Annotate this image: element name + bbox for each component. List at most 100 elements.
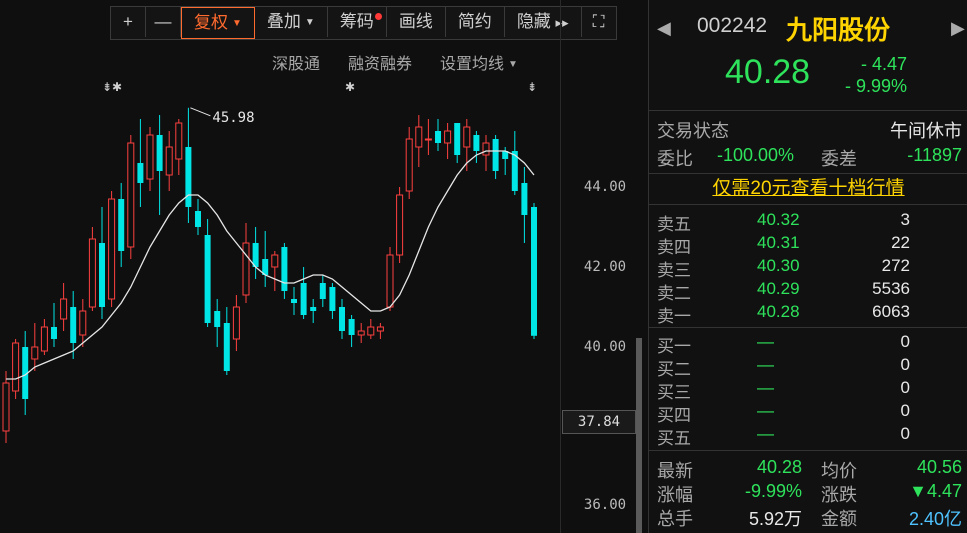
candle-body[interactable] — [454, 123, 461, 155]
candle-body[interactable] — [242, 242, 250, 296]
level-price: 40.31 — [757, 233, 800, 252]
candle-body[interactable] — [2, 382, 10, 432]
fuquan-dropdown[interactable]: 复权 ▼ — [181, 7, 255, 39]
candle-body[interactable] — [137, 163, 144, 183]
candle-body[interactable] — [156, 135, 163, 171]
candle-body[interactable] — [12, 342, 20, 392]
candle-body[interactable] — [435, 131, 441, 143]
candle-body[interactable] — [492, 139, 499, 171]
bid-row[interactable]: 买一 —0 — [649, 331, 967, 356]
candle-body[interactable] — [223, 323, 230, 371]
ask-row[interactable]: 卖五 40.32 3 — [649, 209, 967, 234]
stats-row: 最新 40.28 均价 40.56 — [649, 455, 967, 481]
event-mark[interactable]: ✱ — [345, 80, 355, 94]
bid-row[interactable]: 买二 —0 — [649, 354, 967, 379]
candle-body[interactable] — [367, 326, 375, 336]
trade-status-value: 午间休市 — [890, 121, 962, 141]
prev-stock-icon[interactable]: ◀ — [657, 18, 671, 39]
candle-body[interactable] — [127, 142, 135, 248]
margin-link[interactable]: 融资融券 — [348, 50, 412, 74]
candle-body[interactable] — [482, 142, 490, 156]
volume-value: 5.92万 — [749, 509, 803, 529]
candle-body[interactable] — [405, 138, 413, 192]
bid-row[interactable]: 买三 —0 — [649, 377, 967, 402]
candle-body[interactable] — [271, 254, 279, 268]
bid-row[interactable]: 买五 — 0 — [649, 423, 967, 448]
chips-button[interactable]: 筹码 — [328, 7, 387, 37]
stock-name: 九阳股份 — [786, 15, 891, 45]
simple-mode-button[interactable]: 简约 — [446, 7, 505, 37]
candle-body[interactable] — [51, 327, 57, 339]
candle-body[interactable] — [79, 310, 87, 336]
candle-body[interactable] — [463, 126, 471, 148]
candle-body[interactable] — [118, 199, 125, 251]
candle-body[interactable] — [195, 211, 201, 227]
high-marker-label: 45.98 — [212, 110, 254, 126]
level-price: 40.32 — [757, 210, 800, 229]
price-tag: 37.84 — [562, 410, 636, 434]
ask-row[interactable]: 卖一 40.28 6063 — [649, 301, 967, 326]
candle-body[interactable] — [88, 238, 96, 308]
candle-body[interactable] — [70, 307, 77, 343]
candle-body[interactable] — [214, 311, 221, 327]
candle-body[interactable] — [415, 126, 423, 148]
draw-line-button[interactable]: 画线 — [387, 7, 446, 37]
ask-row[interactable]: 卖四 40.31 22 — [649, 232, 967, 257]
overlay-dropdown[interactable]: 叠加 ▼ — [255, 7, 328, 37]
y-tick-label: 44.00 — [583, 179, 627, 195]
chart-toolbar: + — 复权 ▼ 叠加 ▼ 筹码 画线 简约 隐藏 ▸▸ ⛶ — [110, 6, 617, 40]
candle-body[interactable] — [444, 130, 452, 144]
fullscreen-icon[interactable]: ⛶ — [582, 7, 616, 37]
zoom-out-button[interactable]: — — [146, 7, 181, 37]
candle-body[interactable] — [319, 283, 326, 299]
fuquan-label: 复权 — [194, 13, 228, 32]
ma-setting-dropdown[interactable]: 设置均线 ▼ — [440, 50, 518, 74]
candle-body[interactable] — [348, 319, 355, 335]
candle-body[interactable] — [60, 298, 68, 320]
event-mark[interactable]: ⇟ — [527, 80, 537, 94]
candle-body[interactable] — [31, 346, 39, 360]
sgt-link[interactable]: 深股通 — [272, 50, 320, 74]
next-stock-icon[interactable]: ▶ — [951, 18, 965, 39]
candle-body[interactable] — [357, 330, 365, 336]
candle-body[interactable] — [396, 194, 404, 256]
candlestick-plot[interactable]: 45.98 — [0, 96, 560, 533]
zoom-in-button[interactable]: + — [111, 7, 146, 37]
candle-body[interactable] — [521, 183, 528, 215]
last-price: 40.28 — [725, 53, 811, 91]
candle-body[interactable] — [339, 307, 345, 331]
hide-button[interactable]: 隐藏 ▸▸ — [505, 7, 582, 37]
candle-body[interactable] — [473, 135, 480, 151]
ask-row[interactable]: 卖三 40.30 272 — [649, 255, 967, 280]
overlay-label: 叠加 — [266, 12, 301, 31]
candle-body[interactable] — [40, 326, 48, 352]
commission-row: 委比 -100.00% 委差 -11897 — [649, 143, 967, 173]
bid-row[interactable]: 买四 —0 — [649, 400, 967, 425]
candle-body[interactable] — [310, 307, 317, 311]
candle-body[interactable] — [281, 247, 288, 291]
candle-body[interactable] — [531, 207, 537, 336]
candle-body[interactable] — [185, 147, 192, 207]
candle-body[interactable] — [99, 243, 105, 307]
candle-body[interactable] — [108, 198, 116, 300]
level-label: 卖一 — [657, 307, 691, 326]
level2-promo-link[interactable]: 仅需20元查看十档行情 — [649, 174, 967, 204]
candle-body[interactable] — [291, 299, 297, 303]
candle-body[interactable] — [146, 134, 154, 180]
notification-dot-icon — [374, 13, 382, 20]
level-volume: 0 — [900, 378, 910, 397]
candle-body[interactable] — [204, 235, 211, 323]
caret-down-icon: ▼ — [304, 16, 315, 28]
ask-row[interactable]: 卖二 40.29 5536 — [649, 278, 967, 303]
candle-body[interactable] — [424, 138, 432, 141]
candle-body[interactable] — [376, 326, 384, 332]
candle-body[interactable] — [232, 306, 240, 340]
candle-body[interactable] — [300, 283, 307, 315]
kline-chart-area[interactable]: + — 复权 ▼ 叠加 ▼ 筹码 画线 简约 隐藏 ▸▸ ⛶ 深股通 融资融券 设置… — [0, 0, 642, 533]
candle-body[interactable] — [386, 254, 394, 308]
candle-body[interactable] — [175, 122, 183, 160]
candle-body[interactable] — [165, 146, 173, 176]
vertical-scrollbar[interactable] — [636, 338, 642, 533]
event-mark[interactable]: ⇟✱ — [102, 80, 122, 94]
candle-body[interactable] — [329, 287, 336, 311]
